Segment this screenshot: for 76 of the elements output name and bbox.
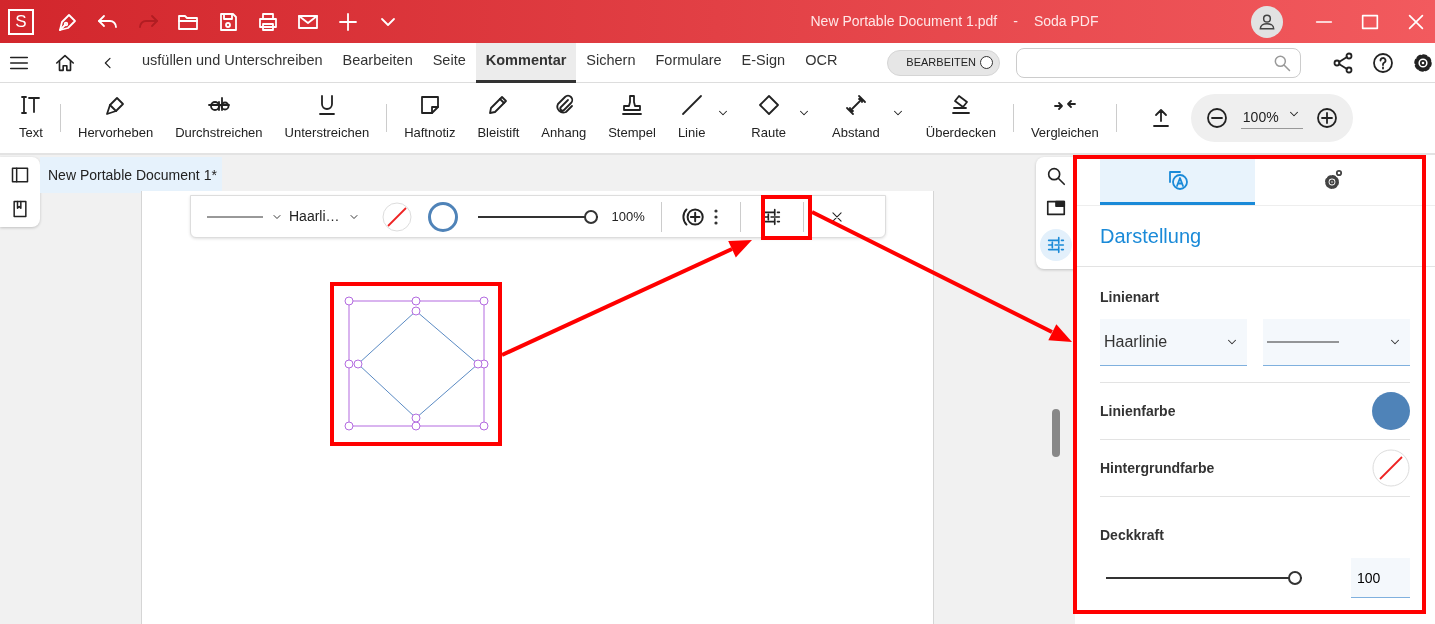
field-label: Deckkraft (1100, 526, 1165, 545)
field-label: Hintergrundfarbe (1100, 458, 1215, 478)
tool-label: Haftnotiz (404, 124, 456, 143)
line-color-swatch[interactable] (427, 201, 458, 232)
app-logo[interactable]: S (8, 8, 34, 35)
account-avatar[interactable] (1251, 5, 1283, 38)
field-label: Linienfarbe (1100, 401, 1176, 421)
document-tab[interactable]: New Portable Document 1* (40, 157, 222, 193)
share-icon[interactable] (1331, 50, 1355, 75)
tool-button[interactable]: Überdecken (914, 93, 1007, 143)
menu-tab[interactable]: E-Sign (731, 42, 796, 83)
line-color-swatch[interactable] (1372, 392, 1410, 430)
tool-button[interactable]: Hervorheben (67, 93, 165, 143)
tool-label: Abstand (832, 124, 880, 143)
menu-tab[interactable]: Kommentar (475, 42, 577, 83)
tool-button[interactable]: Raute (740, 93, 798, 143)
sidebar-icon[interactable] (10, 165, 30, 185)
menu-tab[interactable]: Sichern (576, 42, 646, 83)
tool-button[interactable]: Unterstreichen (273, 93, 381, 143)
line-type-select[interactable]: Haarlinie (1100, 319, 1247, 366)
tool-button[interactable]: Stempel (597, 93, 667, 143)
zoom-select[interactable]: 100% (1240, 107, 1303, 129)
line-style-preview (1267, 340, 1339, 344)
tool-button[interactable]: Vergleichen (1019, 93, 1110, 143)
no-fill-swatch[interactable] (381, 201, 412, 232)
help-icon[interactable] (1371, 50, 1395, 75)
tool-label: Hervorheben (78, 124, 154, 143)
diamond-icon (756, 93, 781, 118)
menu-tab[interactable]: Bearbeiten (332, 42, 423, 83)
edit-toggle[interactable]: BEARBEITEN (887, 49, 1001, 76)
bookmark-icon[interactable] (10, 199, 30, 219)
opacity-value: 100% (611, 207, 645, 226)
line-style-select[interactable] (1263, 319, 1410, 366)
line-icon (679, 93, 704, 118)
tool-label: Durchstreichen (175, 124, 263, 143)
menu-tab[interactable]: Seite (422, 42, 476, 83)
zoom-out-icon[interactable] (1204, 106, 1229, 130)
tool-label: Anhang (541, 124, 587, 143)
app-name: Soda PDF (1033, 12, 1099, 31)
line-type-select[interactable]: Haarli… (289, 206, 340, 227)
tool-label: Linie (677, 124, 706, 143)
menu-tab[interactable]: usfüllen und Unterschreiben (132, 42, 333, 83)
tool-button[interactable]: Bleistift (466, 93, 531, 143)
close-icon[interactable] (829, 210, 844, 225)
tool-button[interactable]: Anhang (530, 93, 598, 143)
window-title: New Portable Document 1.pdf (810, 12, 998, 31)
highlight-frame (761, 195, 812, 240)
search-field[interactable] (1016, 47, 1301, 78)
tool-label: Raute (751, 124, 787, 143)
tool-label: Stempel (608, 124, 656, 143)
tool-button[interactable]: Haftnotiz (393, 93, 467, 143)
panel-tab[interactable] (1100, 157, 1255, 205)
field-label: Linienart (1100, 288, 1161, 307)
select-value: Haarlinie (1104, 332, 1168, 352)
tool-label: Bleistift (477, 124, 520, 143)
menu-tab[interactable]: Formulare (645, 42, 732, 83)
no-fill-swatch[interactable] (1372, 449, 1410, 487)
tool-label: Vergleichen (1030, 124, 1099, 143)
tool-button[interactable]: Durchstreichen (164, 93, 274, 143)
panel-heading: Darstellung (1100, 224, 1203, 248)
line-style-preview[interactable] (207, 214, 263, 219)
menu-tab[interactable]: OCR (795, 42, 848, 83)
measure-icon (843, 93, 868, 118)
scrollbar-thumb[interactable] (1051, 409, 1060, 457)
tool-label: Überdecken (925, 124, 996, 143)
zoom-value: 100% (1242, 108, 1279, 127)
zoom-in-icon[interactable] (1314, 106, 1339, 130)
stamp-icon (620, 93, 645, 118)
tool-button[interactable]: Linie (666, 93, 717, 143)
tool-label: Text (19, 124, 43, 143)
tool-button[interactable]: Abstand (821, 93, 891, 143)
title-separator: - (1013, 12, 1018, 31)
opacity-input[interactable]: 100 (1351, 558, 1410, 598)
more-icon[interactable] (713, 208, 718, 225)
tool-label: Unterstreichen (284, 124, 370, 143)
tool-button[interactable]: Text (8, 93, 54, 143)
